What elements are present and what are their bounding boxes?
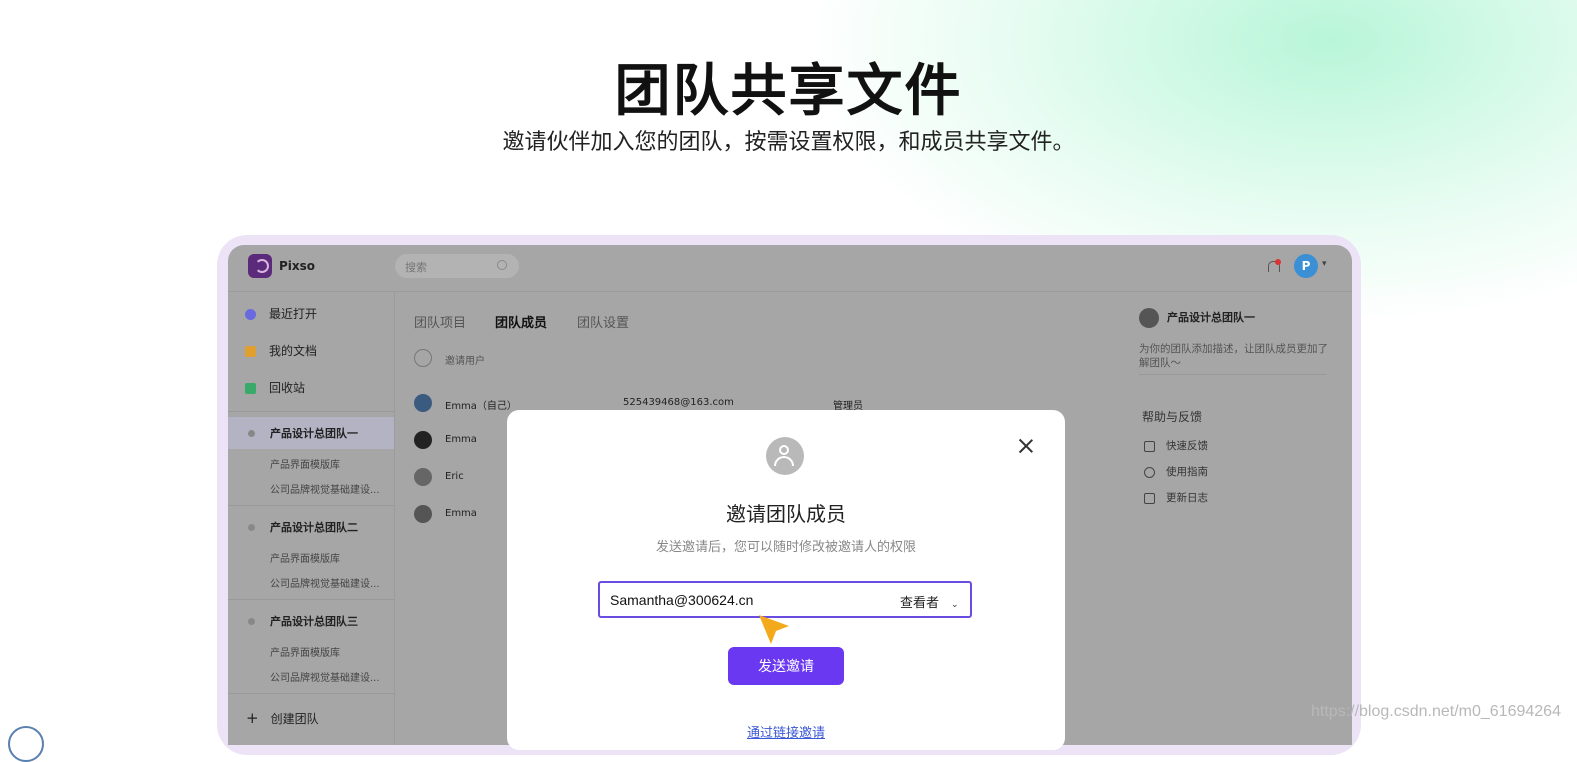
- chevron-down-icon: ⌄: [951, 600, 959, 610]
- clock-icon: [245, 309, 256, 320]
- sidebar-project[interactable]: 产品界面模版库: [270, 456, 340, 471]
- divider: [228, 599, 394, 600]
- sidebar-item-label: 回收站: [269, 381, 306, 395]
- sidebar-item-trash[interactable]: 回收站: [245, 379, 305, 399]
- hero-title: 团队共享文件: [614, 59, 963, 124]
- hero-subtitle: 邀请伙伴加入您的团队，按需设置权限，和成员共享文件。: [502, 130, 1075, 155]
- team-name: 产品设计总团队三: [270, 615, 358, 628]
- avatar: [414, 468, 432, 486]
- team-members-icon: [766, 437, 804, 475]
- sidebar-project[interactable]: 公司品牌视觉基础建设...: [270, 575, 380, 590]
- feedback-icon: [1144, 440, 1155, 452]
- sidebar-item-label: 最近打开: [269, 307, 318, 321]
- sidebar-project[interactable]: 公司品牌视觉基础建设...: [270, 481, 380, 496]
- clipboard-icon: [1144, 492, 1155, 504]
- link-label: 快速反馈: [1166, 440, 1208, 452]
- send-invite-button[interactable]: 发送邀请: [728, 647, 844, 685]
- tab-team-members[interactable]: 团队成员: [495, 312, 547, 331]
- watermark: https://blog.csdn.net/m0_61694264: [1311, 703, 1561, 720]
- team-icon: [248, 618, 255, 625]
- corner-icon: [8, 726, 44, 762]
- pixso-logo-icon: [248, 254, 272, 278]
- sidebar-project[interactable]: 产品界面模版库: [270, 644, 340, 659]
- document-icon: [245, 346, 256, 357]
- trash-icon: [245, 383, 256, 394]
- member-email: 525439468@163.com: [623, 397, 734, 408]
- notification-dot: [1275, 259, 1281, 265]
- team-icon: [248, 524, 255, 531]
- search-icon: [497, 260, 507, 270]
- help-icon: [1144, 466, 1155, 478]
- close-icon[interactable]: [1017, 437, 1035, 455]
- team-avatar: [1139, 308, 1159, 328]
- divider: [228, 411, 394, 412]
- avatar: [414, 505, 432, 523]
- plus-icon: +: [246, 709, 259, 727]
- add-user-icon: [414, 349, 432, 367]
- user-avatar[interactable]: P: [1294, 254, 1318, 278]
- divider: [228, 505, 394, 506]
- sidebar-item-label: 我的文档: [269, 344, 318, 358]
- chevron-down-icon[interactable]: ▾: [1322, 259, 1327, 269]
- right-panel: 产品设计总团队一 为你的团队添加描述，让团队成员更加了解团队～ 帮助与反馈 快速…: [1125, 292, 1352, 745]
- tab-team-projects[interactable]: 团队项目: [414, 312, 466, 331]
- link-label: 更新日志: [1166, 492, 1208, 504]
- team-icon: [248, 430, 255, 437]
- invite-user-label: 邀请用户: [445, 356, 485, 367]
- team-name: 产品设计总团队一: [270, 427, 358, 440]
- search-input[interactable]: [403, 258, 497, 276]
- member-name: Eric: [445, 471, 464, 482]
- team-info: 产品设计总团队一: [1139, 308, 1255, 328]
- divider: [1139, 374, 1327, 375]
- sidebar-item-recent[interactable]: 最近打开: [245, 305, 317, 325]
- help-title: 帮助与反馈: [1142, 410, 1203, 424]
- tab-team-settings[interactable]: 团队设置: [577, 312, 629, 331]
- team-name: 产品设计总团队二: [270, 521, 358, 534]
- invite-by-link[interactable]: 通过链接邀请: [507, 722, 1065, 741]
- link-label: 使用指南: [1166, 466, 1208, 478]
- cursor-shape: [759, 615, 789, 644]
- email-field[interactable]: [610, 591, 880, 609]
- sidebar: 最近打开 我的文档 回收站 产品设计总团队一 产品界面模版库 公司品牌视觉基础建…: [228, 292, 395, 745]
- changelog-link[interactable]: 更新日志: [1144, 490, 1208, 505]
- feedback-link[interactable]: 快速反馈: [1144, 438, 1208, 453]
- modal-description: 发送邀请后，您可以随时修改被邀请人的权限: [655, 540, 916, 555]
- create-team-label: 创建团队: [270, 712, 319, 726]
- team-name: 产品设计总团队一: [1167, 311, 1255, 324]
- bell-icon[interactable]: [1267, 259, 1281, 273]
- create-team-button[interactable]: + 创建团队: [246, 709, 319, 727]
- role-value: 查看者: [900, 596, 940, 611]
- divider: [228, 693, 394, 694]
- member-name: Emma（自己）: [445, 401, 517, 412]
- sidebar-team-2[interactable]: 产品设计总团队二: [228, 511, 394, 543]
- sidebar-team-3[interactable]: 产品设计总团队三: [228, 605, 394, 637]
- avatar: [414, 431, 432, 449]
- invite-modal: 邀请团队成员 发送邀请后，您可以随时修改被邀请人的权限 查看者 ⌄ 发送邀请 通过…: [507, 410, 1065, 750]
- search-box[interactable]: [395, 254, 519, 278]
- guide-link[interactable]: 使用指南: [1144, 464, 1208, 479]
- member-name: Emma: [445, 434, 477, 445]
- avatar: [414, 394, 432, 412]
- sidebar-team-1[interactable]: 产品设计总团队一: [228, 417, 394, 449]
- sidebar-project[interactable]: 产品界面模版库: [270, 550, 340, 565]
- member-name: Emma: [445, 508, 477, 519]
- role-select[interactable]: 查看者 ⌄: [900, 592, 959, 611]
- team-description[interactable]: 为你的团队添加描述，让团队成员更加了解团队～: [1139, 342, 1331, 370]
- brand-name: Pixso: [279, 259, 316, 273]
- sidebar-project[interactable]: 公司品牌视觉基础建设...: [270, 669, 380, 684]
- top-bar: Pixso P ▾: [228, 245, 1352, 292]
- sidebar-item-my-docs[interactable]: 我的文档: [245, 342, 317, 362]
- modal-title: 邀请团队成员: [726, 502, 846, 526]
